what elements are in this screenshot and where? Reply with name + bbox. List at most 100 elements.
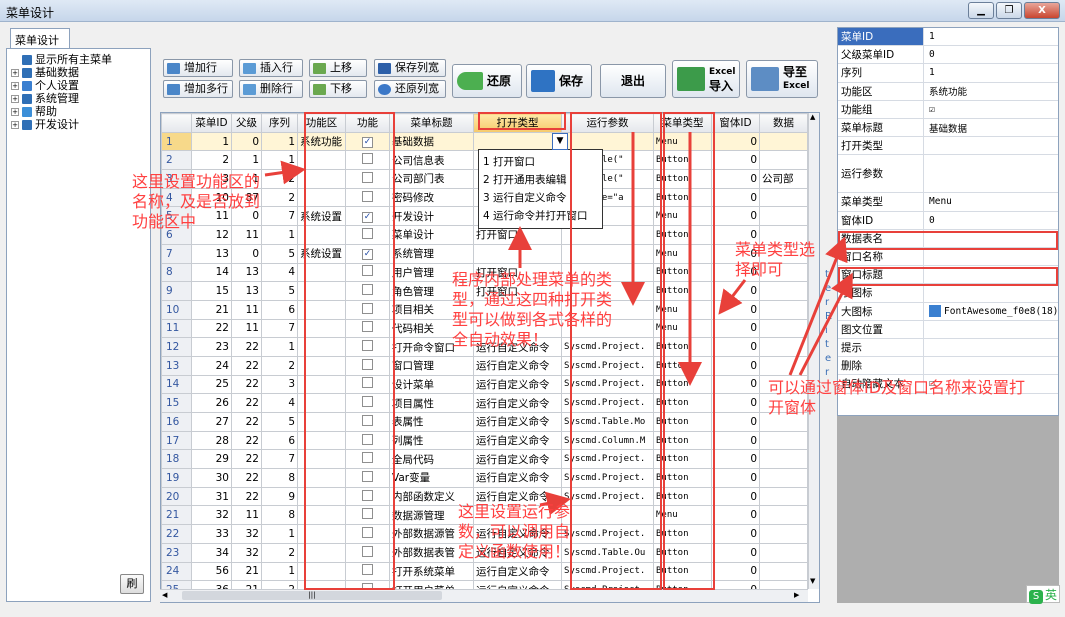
property-row[interactable]: 序列 1 <box>838 64 1058 83</box>
property-value[interactable]: 1 <box>926 64 1058 81</box>
scroll-left-icon[interactable]: ◀ <box>162 591 167 599</box>
table-cell[interactable]: 运行自定义命令 <box>473 430 562 451</box>
column-header[interactable]: 菜单类型 <box>653 113 712 133</box>
cell-number[interactable]: 22 <box>231 412 262 432</box>
cell-window-id[interactable]: 0 <box>711 374 760 395</box>
property-value[interactable] <box>926 321 1058 338</box>
function-checkbox[interactable] <box>362 508 373 520</box>
cell-window-id[interactable]: 0 <box>711 542 760 563</box>
cell-number[interactable]: 1 <box>261 150 298 171</box>
close-button[interactable]: X <box>1024 2 1060 19</box>
cell-number[interactable]: 7 <box>261 318 298 339</box>
property-value[interactable] <box>926 339 1058 356</box>
table-cell[interactable]: ✓ <box>345 131 390 152</box>
table-cell[interactable] <box>345 393 390 413</box>
cell-number[interactable]: 6 <box>261 430 298 451</box>
property-value[interactable] <box>926 248 1058 265</box>
cell-number[interactable]: 11 <box>231 505 262 526</box>
open-type-dropdown-list[interactable]: 1 打开窗口 2 打开通用表编辑 3 运行自定义命令 4 运行命令并打开窗口 <box>478 149 603 229</box>
property-value[interactable] <box>926 284 1058 301</box>
cell-number[interactable]: 13 <box>191 243 232 264</box>
table-cell[interactable] <box>759 355 808 376</box>
cell-number[interactable]: 1 <box>191 131 232 152</box>
property-row[interactable]: 窗口标题 <box>838 266 1058 285</box>
table-cell[interactable]: 项目属性 <box>389 393 474 413</box>
property-row[interactable]: 窗口名称 <box>838 248 1058 267</box>
cell-window-id[interactable]: 0 <box>711 393 760 413</box>
cell-number[interactable]: 22 <box>231 486 262 507</box>
table-row[interactable]: 13 24 22 2 窗口管理 运行自定义命令 Syscmd.Project. Button 0 <box>161 355 808 376</box>
dropdown-option[interactable]: 1 打开窗口 <box>483 154 535 169</box>
table-cell[interactable]: 全局代码 <box>389 449 474 470</box>
table-row[interactable]: 14 25 22 3 设计菜单 运行自定义命令 Syscmd.Project. Button 0 <box>161 374 808 395</box>
table-cell[interactable]: 系统功能 <box>297 131 346 152</box>
cell-number[interactable]: 13 <box>231 281 262 301</box>
cell-menu-type[interactable]: Button <box>653 150 712 171</box>
table-cell[interactable] <box>297 505 346 526</box>
table-row[interactable]: 15 26 22 4 项目属性 运行自定义命令 Syscmd.Project. Button 0 <box>161 393 808 413</box>
restore-column-width-button[interactable]: 还原列宽 <box>374 80 446 98</box>
cell-run-param[interactable]: Syscmd.Project. <box>561 468 654 488</box>
cell-number[interactable]: 9 <box>261 486 298 507</box>
cell-number[interactable]: 27 <box>191 412 232 432</box>
table-cell[interactable] <box>759 505 808 526</box>
cell-number[interactable]: 30 <box>191 468 232 488</box>
column-header[interactable]: 父级 <box>231 113 262 133</box>
cell-run-param[interactable]: Syscmd.Project. <box>561 449 654 470</box>
table-cell[interactable] <box>297 561 346 582</box>
cell-window-id[interactable]: 0 <box>711 430 760 451</box>
grid-horizontal-scrollbar[interactable]: ◀ ||| ▶ <box>160 589 808 602</box>
function-checkbox[interactable]: ✓ <box>362 249 373 261</box>
ime-badge[interactable]: S英 <box>1026 585 1060 604</box>
cell-number[interactable]: 8 <box>261 505 298 526</box>
cell-menu-type[interactable]: Button <box>653 337 712 357</box>
expand-icon[interactable]: + <box>11 108 19 116</box>
cell-number[interactable]: 0 <box>231 131 262 152</box>
cell-number[interactable]: 22 <box>231 468 262 488</box>
table-row[interactable]: 17 28 22 6 列属性 运行自定义命令 Syscmd.Column.M Button 0 <box>161 430 808 451</box>
cell-number[interactable]: 1 <box>261 561 298 582</box>
expand-icon[interactable]: + <box>11 95 19 103</box>
table-cell[interactable] <box>759 299 808 320</box>
cell-number[interactable]: 32 <box>191 505 232 526</box>
cell-run-param[interactable]: Syscmd.Project. <box>561 374 654 395</box>
property-value[interactable] <box>926 137 1058 154</box>
function-checkbox[interactable] <box>362 284 373 296</box>
table-row[interactable]: 18 29 22 7 全局代码 运行自定义命令 Syscmd.Project. Button 0 <box>161 449 808 470</box>
function-checkbox[interactable]: ✓ <box>362 137 373 149</box>
table-cell[interactable] <box>297 524 346 544</box>
cell-run-param[interactable]: Syscmd.Project. <box>561 561 654 582</box>
property-row[interactable]: 功能组 ☑ <box>838 100 1058 119</box>
cell-number[interactable]: 22 <box>231 449 262 470</box>
function-checkbox[interactable] <box>362 545 373 557</box>
table-cell[interactable]: 系统设置 <box>297 206 346 227</box>
table-cell[interactable] <box>297 262 346 283</box>
table-cell[interactable] <box>297 337 346 357</box>
cell-number[interactable]: 5 <box>261 412 298 432</box>
cell-number[interactable]: 13 <box>231 262 262 283</box>
cell-number[interactable]: 1 <box>261 131 298 152</box>
property-row[interactable]: 父级菜单ID 0 <box>838 46 1058 65</box>
function-checkbox[interactable] <box>362 489 373 501</box>
table-cell[interactable] <box>297 486 346 507</box>
table-cell[interactable] <box>345 225 390 245</box>
function-checkbox[interactable] <box>362 526 373 538</box>
minimize-button[interactable]: ▁ <box>968 2 994 19</box>
function-checkbox[interactable] <box>362 564 373 576</box>
table-cell[interactable] <box>345 374 390 395</box>
cell-number[interactable]: 21 <box>231 561 262 582</box>
cell-number[interactable]: 11 <box>231 318 262 339</box>
table-cell[interactable]: 设计菜单 <box>389 374 474 395</box>
cell-number[interactable]: 14 <box>191 262 232 283</box>
property-value[interactable]: Menu <box>926 193 1058 210</box>
property-value[interactable]: FontAwesome_f0e8(18) <box>926 303 1058 320</box>
table-cell[interactable] <box>759 318 808 339</box>
cell-number[interactable]: 31 <box>191 486 232 507</box>
cell-number[interactable]: 22 <box>231 393 262 413</box>
scroll-down-icon[interactable]: ▼ <box>810 577 815 585</box>
table-cell[interactable]: 公司部门表 <box>389 169 474 189</box>
dropdown-option[interactable]: 2 打开通用表编辑 <box>483 172 567 187</box>
cell-menu-type[interactable]: Button <box>653 542 712 563</box>
cell-window-id[interactable]: 0 <box>711 524 760 544</box>
cell-menu-type[interactable]: Button <box>653 449 712 470</box>
